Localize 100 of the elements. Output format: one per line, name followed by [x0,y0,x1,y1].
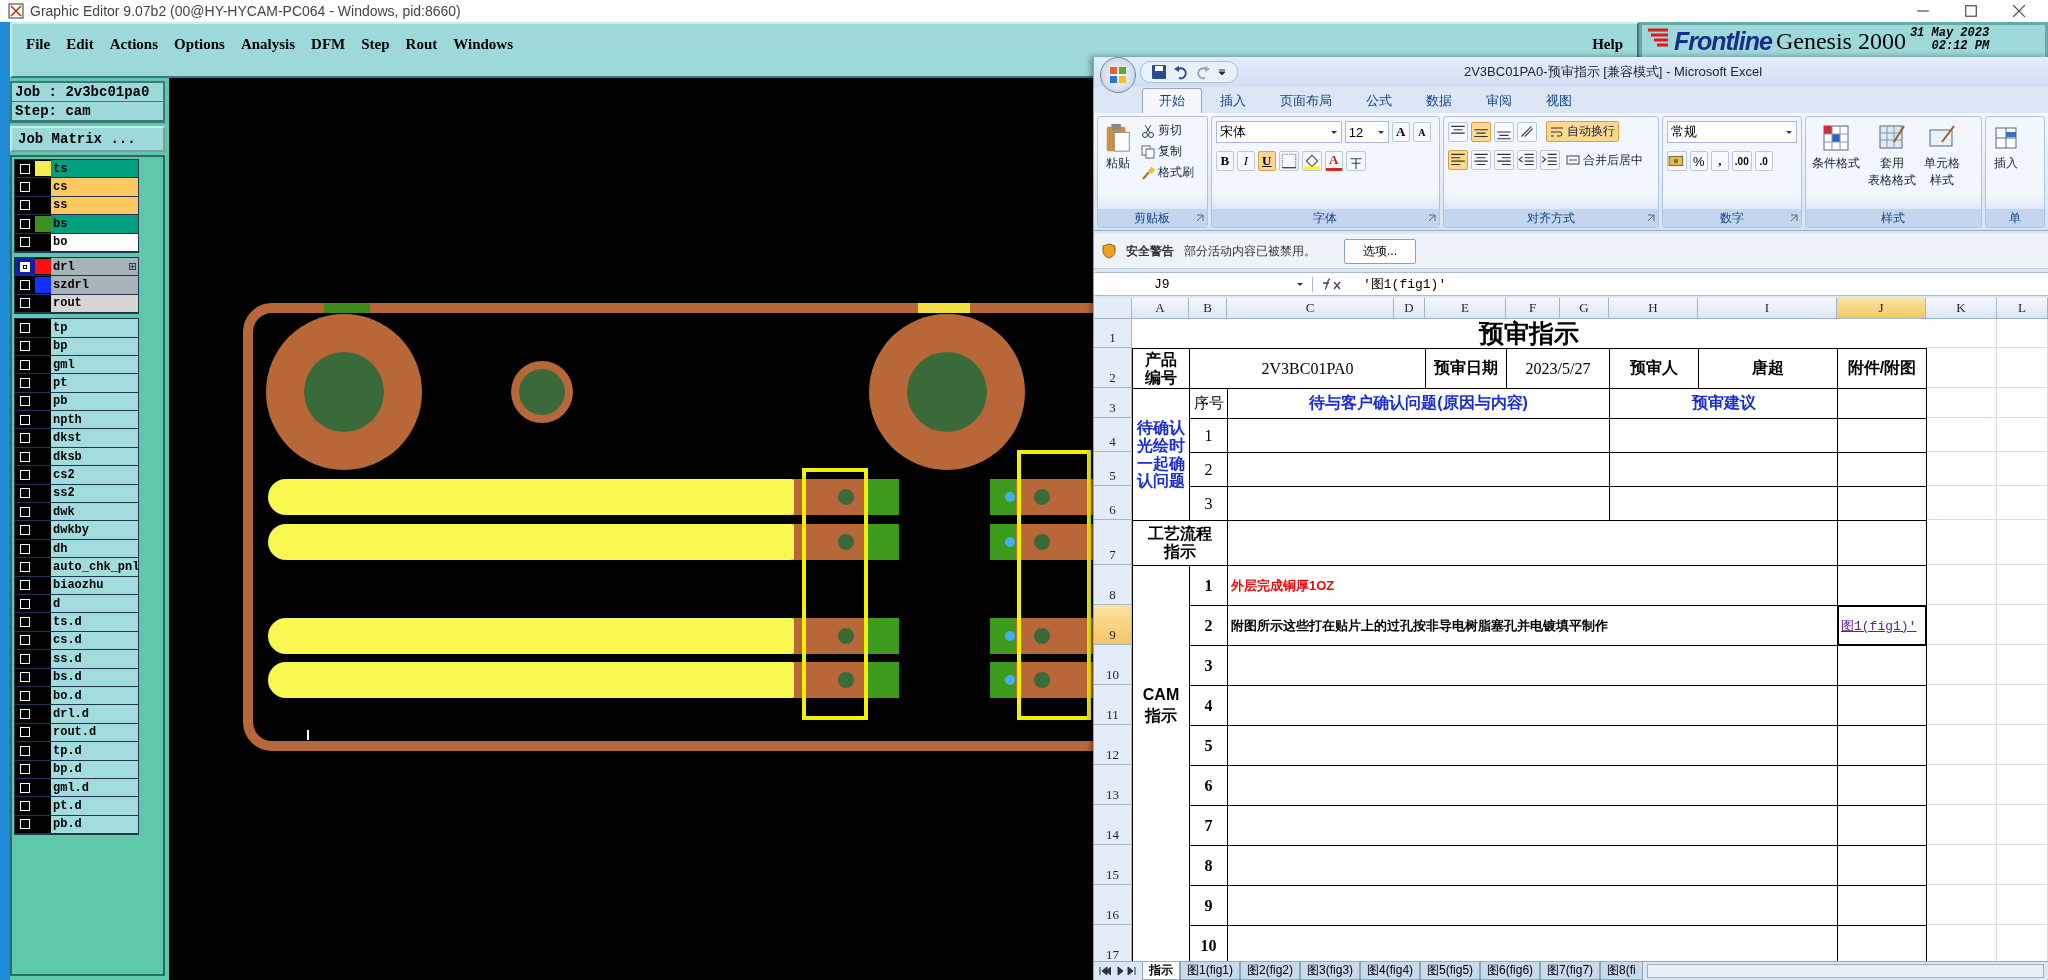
office-button[interactable] [1100,57,1136,93]
layer-checkbox[interactable] [20,182,30,193]
column-header[interactable]: H [1609,298,1698,319]
sheet-tab[interactable]: 图2(fig2) [1240,962,1301,980]
row-header[interactable]: 14 [1094,805,1132,845]
layer-row[interactable]: dwk [15,503,138,522]
decrease-indent-icon[interactable] [1517,150,1538,170]
menu-item[interactable]: Step [355,34,396,55]
align-top-icon[interactable] [1448,121,1469,142]
table-cell[interactable]: 图1(fig1)' [1837,605,1927,646]
layer-row[interactable]: tp.d [15,742,138,761]
layer-row[interactable]: bs [15,215,138,234]
table-format-button[interactable]: 套用 表格格式 [1865,121,1918,205]
row-header[interactable]: 15 [1094,845,1132,885]
paste-button[interactable]: 粘贴 [1102,121,1134,205]
number-format-field[interactable]: 常规 [1666,121,1797,143]
layer-checkbox[interactable] [20,396,30,407]
sheet-tab[interactable]: 图4(fig4) [1360,962,1421,980]
layer-row[interactable]: ss.d [15,650,138,669]
sheet-tab[interactable]: 图3(fig3) [1300,962,1361,980]
cut-button[interactable]: 剪切 [1138,121,1197,140]
ribbon-tab[interactable]: 开始 [1142,88,1202,113]
font-size-field[interactable]: 12 [1344,121,1389,143]
layer-name[interactable]: cs2 [51,466,138,484]
column-header[interactable]: J [1837,298,1926,319]
layer-name[interactable]: dkst [51,429,138,447]
conditional-format-button[interactable]: 条件格式 [1809,121,1862,205]
wrap-text-button[interactable]: 自动换行 [1546,121,1620,142]
increase-indent-icon[interactable] [1540,150,1561,170]
row-header[interactable]: 16 [1094,885,1132,925]
shrink-font-button[interactable]: A [1412,122,1431,142]
row-header[interactable]: 1 [1094,319,1132,348]
dropdown-icon[interactable] [1217,67,1227,77]
text-direction-icon[interactable] [1517,121,1538,142]
layer-checkbox[interactable] [20,469,30,480]
layer-checkbox[interactable] [20,200,30,211]
sheet-tab[interactable]: 图7(fig7) [1540,962,1601,980]
layer-name[interactable]: tp.d [51,742,138,760]
horizontal-scrollbar[interactable] [1646,964,2044,978]
layer-checkbox[interactable] [20,322,30,333]
sheet-tab[interactable]: 图5(fig5) [1420,962,1481,980]
align-left-icon[interactable] [1448,150,1469,170]
layer-name[interactable]: drl.d [51,705,138,723]
sheet-tab[interactable]: 指示 [1142,962,1180,980]
layer-checkbox[interactable] [20,764,30,775]
table-cell[interactable] [1837,565,1927,606]
layer-name[interactable]: pt.d [51,797,138,815]
close-icon[interactable] [2012,4,2026,18]
options-button[interactable]: 选项... [1344,238,1416,264]
layer-checkbox[interactable] [20,635,30,646]
row-header[interactable]: 12 [1094,725,1132,765]
name-box[interactable]: J9 [1094,276,1313,292]
layer-name[interactable]: dwk [51,503,138,521]
layer-row[interactable]: auto_chk_pnl [15,558,138,577]
align-bottom-icon[interactable] [1494,121,1515,142]
layer-checkbox[interactable] [20,378,30,388]
row-header[interactable]: 8 [1094,565,1132,605]
layer-checkbox[interactable] [20,690,30,701]
layer-checkbox[interactable] [20,433,30,444]
menu-item[interactable]: Edit [60,34,100,55]
save-icon[interactable] [1151,64,1167,80]
menu-item[interactable]: Actions [103,34,164,55]
layer-checkbox[interactable] [20,617,30,628]
row-header[interactable]: 7 [1094,520,1132,565]
fill-color-icon[interactable] [1301,151,1322,171]
layer-name[interactable]: ts [51,160,138,178]
align-right-icon[interactable] [1494,150,1515,170]
ribbon-tab[interactable]: 页面布局 [1264,89,1348,113]
row-header[interactable]: 17 [1094,925,1132,961]
layer-row[interactable]: dwkby [15,521,138,540]
layer-checkbox[interactable] [20,800,30,811]
italic-button[interactable]: I [1236,151,1255,171]
launcher-icon[interactable] [1646,214,1655,222]
column-header[interactable]: I [1698,298,1837,319]
table-cell[interactable] [1837,845,1927,886]
row-header[interactable]: 2 [1094,348,1132,388]
layer-checkbox[interactable] [20,580,30,591]
layer-name[interactable]: cs [51,178,138,196]
layer-name[interactable]: drl [51,257,138,276]
layer-checkbox[interactable] [20,561,30,572]
layer-checkbox[interactable] [20,782,30,793]
layer-row[interactable]: ts.d [15,613,138,632]
layer-checkbox[interactable] [20,525,30,536]
layer-row[interactable]: drl [15,257,138,277]
layer-row[interactable]: tp [15,319,138,338]
align-middle-icon[interactable] [1471,121,1492,142]
increase-decimal-button[interactable]: .00 [1731,151,1752,171]
row-header[interactable]: 9 [1094,605,1132,645]
tab-scroll-icon[interactable] [1098,966,1138,976]
column-header[interactable]: F [1506,298,1560,319]
layer-name[interactable]: bs [51,215,138,233]
layer-checkbox[interactable] [20,237,30,248]
launcher-icon[interactable] [1789,214,1798,222]
layer-checkbox[interactable] [20,598,30,609]
layer-row[interactable]: ts [15,160,138,179]
column-header[interactable]: C [1227,298,1394,319]
layer-checkbox[interactable] [20,341,30,352]
cell-style-button[interactable]: 单元格 样式 [1921,121,1962,205]
row-header[interactable]: 3 [1094,388,1132,418]
layer-row[interactable]: dkst [15,429,138,448]
